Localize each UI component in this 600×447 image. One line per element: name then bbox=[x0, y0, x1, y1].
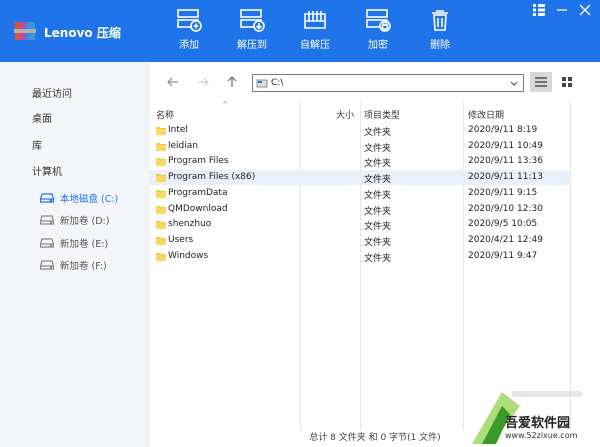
table-row[interactable]: Windows 文件夹 2020/9/11 9:47 bbox=[150, 249, 570, 264]
extract-icon bbox=[240, 9, 265, 32]
file-name: Program Files (x86) bbox=[168, 172, 256, 183]
file-type: 文件夹 bbox=[364, 206, 392, 217]
file-type: 文件夹 bbox=[364, 143, 392, 154]
title-bar: Lenovo 压缩 添加 解压到 自解压 加密 删除 bbox=[0, 0, 600, 62]
sidebar-drive-c[interactable]: 本地磁盘 (C:) bbox=[40, 191, 118, 205]
file-type: 文件夹 bbox=[364, 253, 392, 264]
folder-icon bbox=[156, 205, 166, 214]
encrypt-button[interactable]: 加密 bbox=[353, 8, 403, 56]
forward-button[interactable] bbox=[194, 76, 212, 90]
grid-view-button[interactable] bbox=[556, 72, 578, 92]
close-icon bbox=[579, 4, 591, 16]
self-extract-button[interactable]: 自解压 bbox=[290, 8, 340, 56]
column-header-modified[interactable]: 修改日期 bbox=[468, 108, 504, 121]
trash-icon bbox=[432, 10, 448, 31]
file-modified: 2020/9/11 10:49 bbox=[468, 140, 543, 151]
lock-icon bbox=[366, 9, 391, 32]
sort-ascending-icon: ^ bbox=[222, 101, 228, 109]
table-row[interactable]: Program Files 文件夹 2020/9/11 13:36 bbox=[150, 154, 570, 169]
table-row[interactable]: ProgramData 文件夹 2020/9/11 9:15 bbox=[150, 186, 570, 201]
file-type: 文件夹 bbox=[364, 237, 392, 248]
hard-drive-icon bbox=[40, 193, 54, 203]
hard-drive-icon bbox=[40, 260, 54, 270]
self-extract-icon bbox=[304, 11, 326, 29]
file-name: QMDownload bbox=[168, 203, 228, 214]
list-view-icon bbox=[535, 77, 547, 87]
arrow-right-icon bbox=[198, 77, 209, 87]
menu-button[interactable] bbox=[530, 4, 548, 20]
hard-drive-icon bbox=[40, 215, 54, 225]
arrow-left-icon bbox=[167, 77, 178, 87]
file-name: leidian bbox=[168, 140, 198, 151]
folder-icon bbox=[156, 236, 166, 245]
app-logo-icon bbox=[14, 22, 36, 40]
folder-icon bbox=[156, 142, 166, 151]
drive-icon bbox=[256, 79, 268, 88]
watermark-title: 吾爱软件园 bbox=[505, 416, 571, 431]
sidebar-item-desktop[interactable]: 桌面 bbox=[32, 110, 52, 125]
minimize-icon bbox=[557, 9, 567, 11]
file-name: Intel bbox=[168, 125, 188, 135]
folder-icon bbox=[156, 221, 166, 230]
column-header-type[interactable]: 项目类型 bbox=[364, 108, 400, 121]
file-modified: 2020/4/21 12:49 bbox=[468, 234, 543, 245]
table-row[interactable]: Program Files (x86) 文件夹 2020/9/11 11:13 bbox=[150, 170, 570, 186]
sidebar-item-library[interactable]: 库 bbox=[32, 137, 42, 152]
file-name: Program Files bbox=[168, 156, 229, 167]
hard-drive-icon bbox=[40, 238, 54, 248]
back-button[interactable] bbox=[164, 76, 182, 90]
folder-icon bbox=[156, 189, 166, 198]
folder-icon bbox=[156, 252, 166, 261]
sidebar-item-computer[interactable]: 计算机 bbox=[32, 163, 62, 178]
file-type: 文件夹 bbox=[364, 222, 392, 233]
sidebar-drive-f[interactable]: 新加卷 (F:) bbox=[40, 258, 107, 272]
sidebar-drive-d[interactable]: 新加卷 (D:) bbox=[40, 213, 109, 227]
arrow-up-icon bbox=[227, 76, 237, 87]
folder-icon bbox=[156, 127, 166, 135]
file-modified: 2020/9/11 9:15 bbox=[468, 187, 538, 198]
sidebar-drive-e[interactable]: 新加卷 (E:) bbox=[40, 236, 108, 250]
minimize-button[interactable] bbox=[553, 4, 571, 20]
file-modified: 2020/9/11 11:13 bbox=[468, 172, 543, 183]
file-modified: 2020/9/10 12:30 bbox=[468, 203, 543, 214]
close-button[interactable] bbox=[576, 4, 594, 20]
address-path: C:\ bbox=[271, 78, 284, 88]
chevron-down-icon[interactable] bbox=[509, 79, 519, 89]
file-type: 文件夹 bbox=[364, 128, 392, 138]
table-row[interactable]: Users 文件夹 2020/4/21 12:49 bbox=[150, 233, 570, 248]
up-button[interactable] bbox=[223, 76, 241, 90]
address-bar[interactable]: C:\ bbox=[252, 74, 524, 92]
file-name: Windows bbox=[168, 250, 209, 261]
file-name: Users bbox=[168, 234, 194, 245]
sidebar-item-recent[interactable]: 最近访问 bbox=[32, 85, 72, 100]
table-row[interactable]: leidian 文件夹 2020/9/11 10:49 bbox=[150, 139, 570, 154]
watermark-url: www.52zixue.com bbox=[505, 431, 578, 440]
file-type: 文件夹 bbox=[364, 190, 392, 201]
delete-button[interactable]: 删除 bbox=[415, 8, 465, 56]
column-header-size[interactable]: 大小 bbox=[336, 108, 354, 121]
file-modified: 2020/9/11 8:19 bbox=[468, 125, 538, 135]
folder-icon bbox=[156, 174, 166, 183]
extract-to-button[interactable]: 解压到 bbox=[227, 8, 277, 56]
table-row[interactable]: shenzhuo 文件夹 2020/9/5 10:05 bbox=[150, 217, 570, 232]
file-name: ProgramData bbox=[168, 187, 228, 198]
file-type: 文件夹 bbox=[364, 175, 392, 186]
table-row[interactable]: Intel 文件夹 2020/9/11 8:19 bbox=[150, 123, 570, 138]
add-icon bbox=[177, 9, 202, 32]
list-view-button[interactable] bbox=[530, 72, 552, 92]
column-divider bbox=[570, 100, 571, 430]
folder-icon bbox=[156, 158, 166, 167]
file-name: shenzhuo bbox=[168, 219, 212, 230]
file-modified: 2020/9/5 10:05 bbox=[468, 219, 538, 230]
app-title: Lenovo 压缩 bbox=[44, 26, 121, 40]
menu-grid-icon bbox=[533, 4, 545, 16]
file-modified: 2020/9/11 9:47 bbox=[468, 250, 538, 261]
table-row[interactable]: QMDownload 文件夹 2020/9/10 12:30 bbox=[150, 202, 570, 217]
sidebar: 最近访问 桌面 库 计算机 本地磁盘 (C:) 新加卷 (D:) 新加卷 (E:… bbox=[0, 62, 150, 447]
file-type: 文件夹 bbox=[364, 159, 392, 170]
add-button[interactable]: 添加 bbox=[164, 8, 214, 56]
file-modified: 2020/9/11 13:36 bbox=[468, 156, 543, 167]
column-header-name[interactable]: 名称 bbox=[156, 108, 174, 121]
grid-view-icon bbox=[562, 77, 572, 87]
